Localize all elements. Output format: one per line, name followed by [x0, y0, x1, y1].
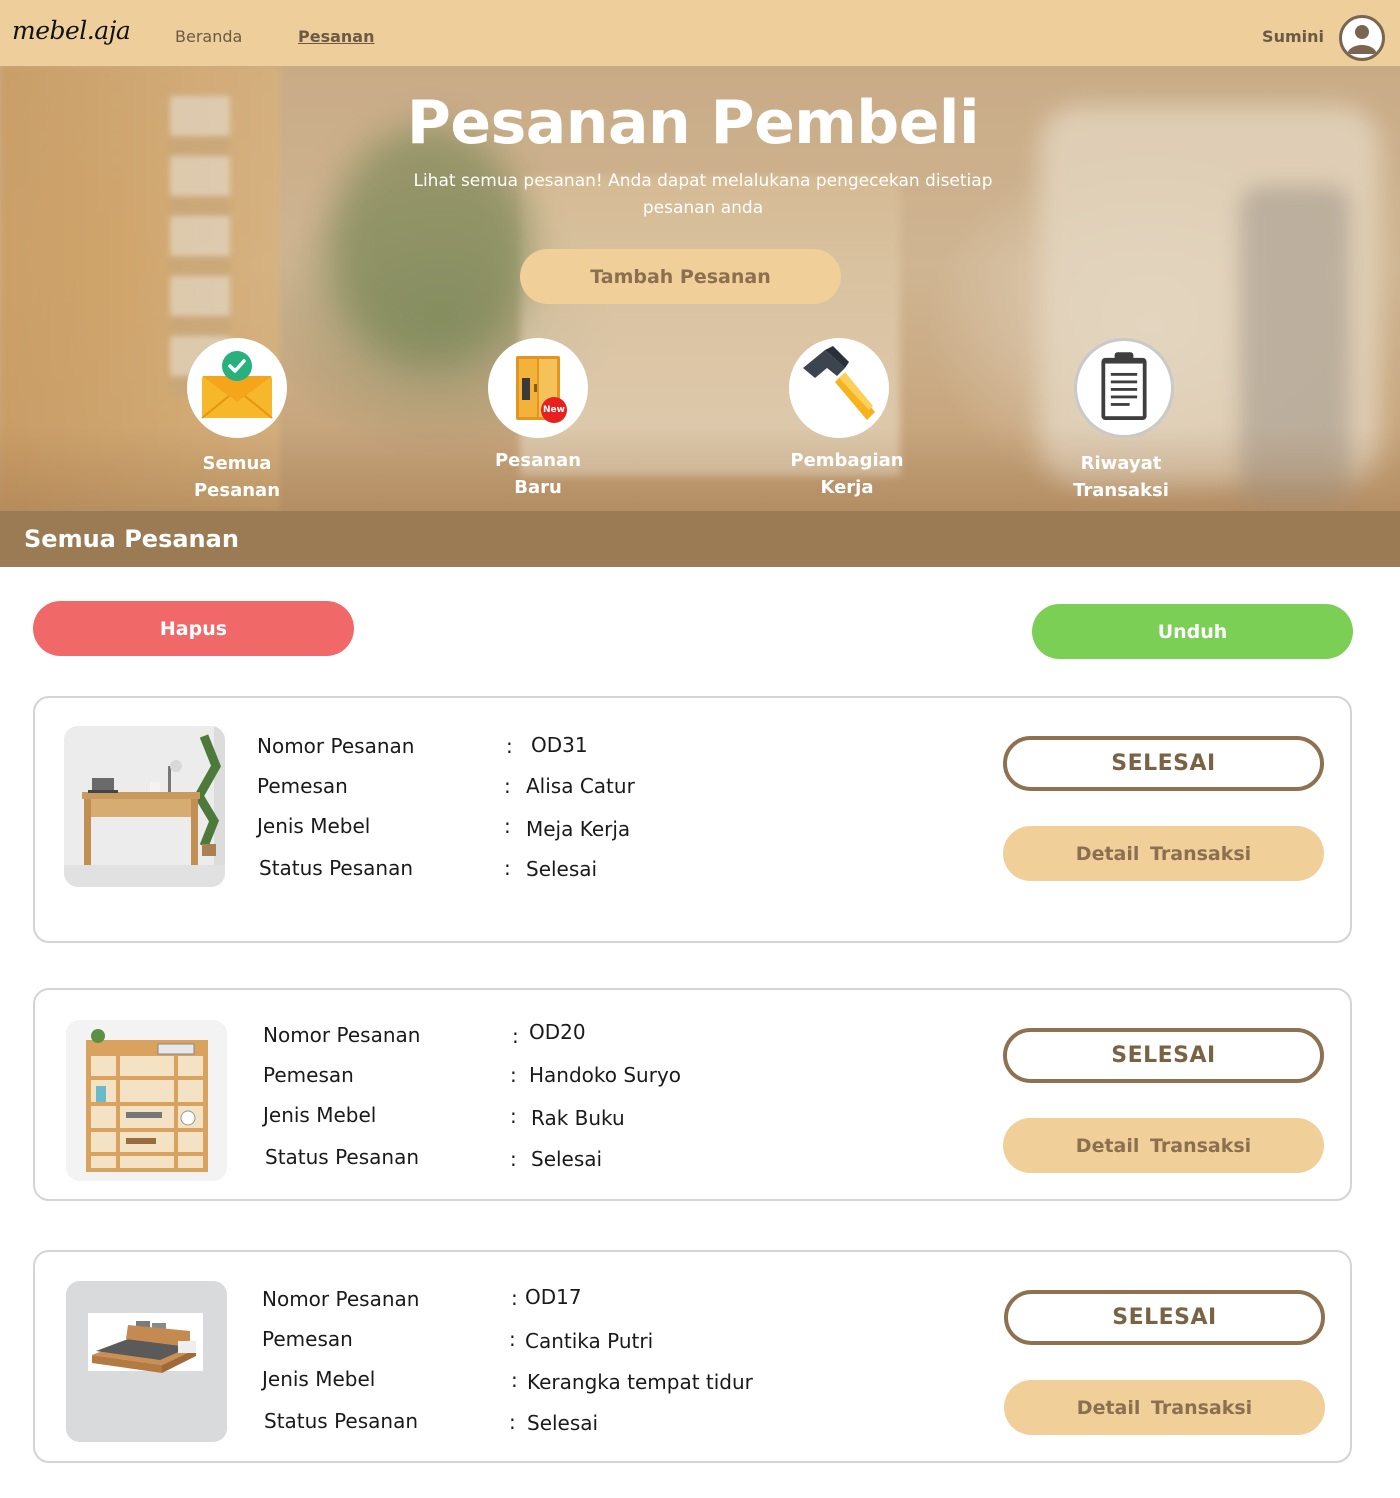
- separator: :: [511, 1286, 518, 1310]
- label-status: Status Pesanan: [259, 856, 414, 880]
- category-label-line1: Pembagian: [790, 450, 904, 471]
- label-furniture-type: Jenis Mebel: [262, 1367, 376, 1391]
- status-value: Selesai: [526, 857, 598, 881]
- separator: :: [512, 1024, 519, 1048]
- bed-frame-image: [66, 1281, 227, 1442]
- label-furniture-type: Jenis Mebel: [263, 1103, 377, 1127]
- label-customer: Pemesan: [262, 1327, 353, 1351]
- status-done-button[interactable]: SELESAI: [1003, 1028, 1324, 1083]
- category-pesanan-baru[interactable]: New Pesanan Baru: [448, 338, 628, 501]
- separator: :: [511, 1368, 518, 1392]
- bookshelf-photo: [66, 1020, 227, 1181]
- transaction-detail-button[interactable]: Detail Transaksi: [1003, 826, 1324, 881]
- category-label-line2: Pesanan: [193, 480, 281, 501]
- navbar: mebel.aja Beranda Pesanan Sumini: [0, 0, 1400, 66]
- download-button[interactable]: Unduh: [1032, 604, 1353, 659]
- separator: :: [509, 1327, 516, 1351]
- order-number-value: OD17: [525, 1285, 582, 1309]
- label-customer: Pemesan: [257, 774, 348, 798]
- status-value: Selesai: [531, 1147, 603, 1171]
- category-icon-circle: [187, 338, 287, 438]
- category-icon-circle: [789, 338, 889, 438]
- label-status: Status Pesanan: [265, 1145, 420, 1169]
- nav-link-beranda[interactable]: Beranda: [175, 27, 242, 46]
- hammer-icon: [803, 346, 875, 420]
- category-label: Pesanan Baru: [448, 447, 628, 501]
- category-icon-circle: New: [488, 338, 588, 438]
- bookshelf-image: [66, 1020, 227, 1181]
- category-riwayat-transaksi[interactable]: Riwayat Transaksi: [1034, 338, 1214, 504]
- label-order-number: Nomor Pesanan: [262, 1287, 420, 1311]
- hero-banner: Pesanan Pembeli Lihat semua pesanan! And…: [0, 66, 1400, 511]
- new-badge: New: [543, 405, 565, 415]
- order-card: Nomor Pesanan Pemesan Jenis Mebel Status…: [33, 1250, 1352, 1463]
- category-label: Semua Pesanan: [147, 450, 327, 504]
- label-order-number: Nomor Pesanan: [257, 734, 415, 758]
- label-furniture-type: Jenis Mebel: [257, 814, 371, 838]
- separator: :: [510, 1104, 517, 1128]
- label-order-number: Nomor Pesanan: [263, 1023, 421, 1047]
- logo[interactable]: mebel.aja: [12, 16, 131, 45]
- transaction-detail-button[interactable]: Detail Transaksi: [1004, 1380, 1325, 1435]
- page-title: Pesanan Pembeli: [406, 88, 980, 158]
- separator: :: [510, 1063, 517, 1087]
- add-order-button[interactable]: Tambah Pesanan: [520, 249, 841, 304]
- category-label-line2: Baru: [514, 477, 562, 498]
- category-label: Pembagian Kerja: [765, 447, 929, 501]
- nav-link-pesanan[interactable]: Pesanan: [298, 27, 374, 46]
- section-title: Semua Pesanan: [24, 525, 239, 553]
- separator: :: [510, 1147, 517, 1171]
- status-done-button[interactable]: SELESAI: [1004, 1290, 1325, 1345]
- category-label: Riwayat Transaksi: [1028, 450, 1214, 504]
- category-pembagian-kerja[interactable]: Pembagian Kerja: [749, 338, 929, 501]
- status-value: Selesai: [527, 1411, 599, 1435]
- customer-value: Alisa Catur: [526, 774, 635, 798]
- category-label-line2: Kerja: [820, 477, 874, 498]
- customer-value: Handoko Suryo: [529, 1063, 682, 1087]
- category-label-line1: Riwayat: [1080, 453, 1162, 474]
- avatar[interactable]: [1339, 15, 1385, 61]
- envelope-check-icon: [201, 351, 273, 419]
- category-semua-pesanan[interactable]: Semua Pesanan: [147, 338, 327, 504]
- category-label-line2: Transaksi: [1073, 480, 1169, 501]
- order-card: Nomor Pesanan Pemesan Jenis Mebel Status…: [33, 988, 1352, 1201]
- category-label-line1: Semua: [202, 453, 272, 474]
- transaction-detail-button[interactable]: Detail Transaksi: [1003, 1118, 1324, 1173]
- bed-frame-photo: [66, 1281, 227, 1442]
- hero-bg-plant: [330, 126, 530, 366]
- separator: :: [504, 814, 511, 838]
- delete-button[interactable]: Hapus: [33, 601, 354, 656]
- status-done-button[interactable]: SELESAI: [1003, 736, 1324, 791]
- furniture-type-value: Kerangka tempat tidur: [527, 1370, 753, 1394]
- label-customer: Pemesan: [263, 1063, 354, 1087]
- separator: :: [509, 1410, 516, 1434]
- order-number-value: OD31: [531, 733, 588, 757]
- clipboard-icon: [1101, 352, 1147, 420]
- new-wardrobe-icon: [516, 356, 567, 423]
- order-card: Nomor Pesanan Pemesan Jenis Mebel Status…: [33, 696, 1352, 943]
- category-icon-circle: [1074, 338, 1174, 438]
- separator: :: [504, 774, 511, 798]
- section-header: Semua Pesanan: [0, 511, 1400, 567]
- separator: :: [506, 734, 513, 758]
- furniture-type-value: Rak Buku: [531, 1106, 625, 1130]
- label-status: Status Pesanan: [264, 1409, 419, 1433]
- page-subtitle: Lihat semua pesanan! Anda dapat melaluka…: [413, 171, 993, 218]
- category-label-line1: Pesanan: [494, 450, 582, 471]
- user-name[interactable]: Sumini: [1262, 27, 1324, 46]
- desk-image: [64, 726, 225, 887]
- user-icon: [1347, 25, 1377, 54]
- order-number-value: OD20: [529, 1020, 586, 1044]
- customer-value: Cantika Putri: [525, 1329, 654, 1353]
- desk-photo: [64, 726, 225, 887]
- separator: :: [504, 856, 511, 880]
- furniture-type-value: Meja Kerja: [526, 817, 631, 841]
